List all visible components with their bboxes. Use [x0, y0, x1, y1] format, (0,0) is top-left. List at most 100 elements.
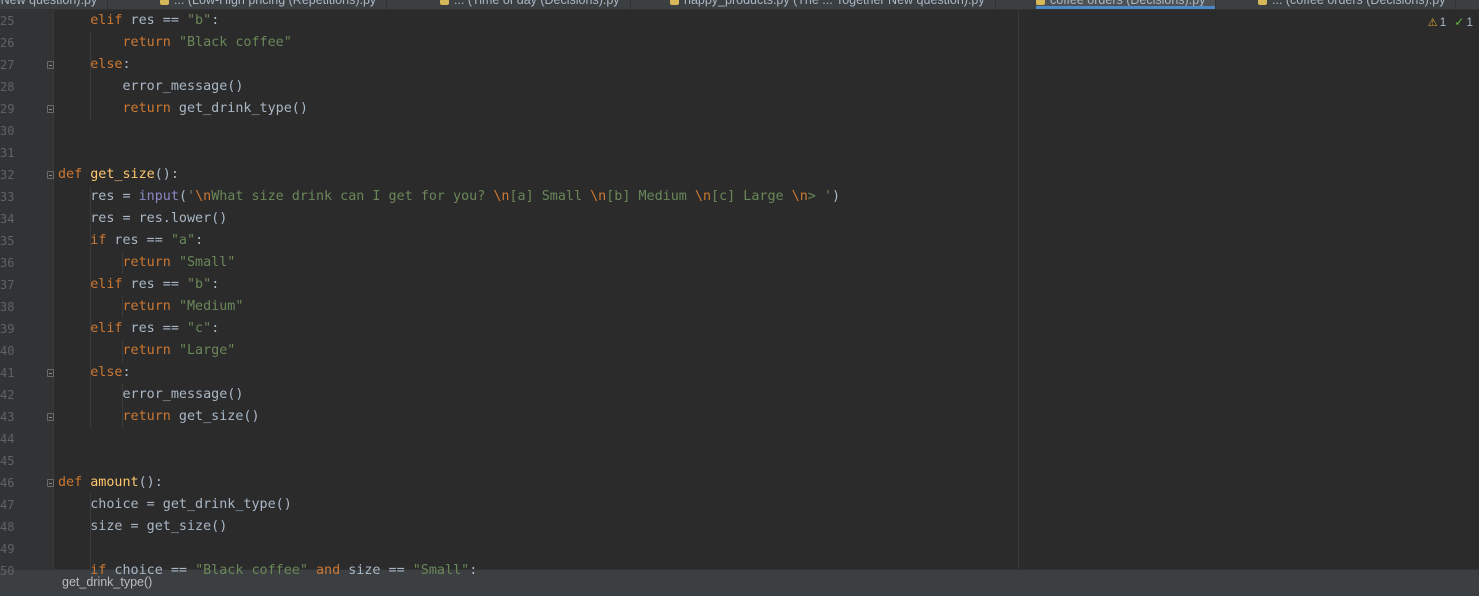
- line-number: 40: [0, 344, 15, 358]
- fold-marker-icon[interactable]: [47, 369, 54, 377]
- code-token: return: [122, 255, 171, 270]
- editor-tab[interactable]: ... (coffee orders (Decisions).py: [1258, 0, 1457, 9]
- code-line: 50 if choice == "Black coffee" and size …: [0, 560, 1479, 582]
- code-line: 25 elif res == "b":: [0, 10, 1479, 32]
- line-number: 30: [0, 124, 15, 138]
- line-number: 32: [0, 168, 15, 182]
- code-token: "Medium": [178, 299, 244, 314]
- editor-tab[interactable]: ... (Time of day (Decisions).py: [440, 0, 631, 9]
- editor-tab-label: coffee orders (Decisions).py: [1050, 0, 1206, 7]
- code-token: return: [122, 35, 171, 50]
- code-token: get_size(): [170, 409, 260, 424]
- code-line: 30: [0, 120, 1479, 142]
- editor-tab[interactable]: ... (Low-High pricing (Repetitions).py: [160, 0, 388, 9]
- code-token: return: [122, 299, 171, 314]
- editor-tab[interactable]: ...ch: New question).py: [0, 0, 109, 9]
- editor-tab[interactable]: coffee orders (Decisions).py: [1036, 0, 1217, 9]
- code-line: 45: [0, 450, 1479, 472]
- code-token: elif: [90, 321, 123, 336]
- code-token: res =: [58, 189, 139, 204]
- line-number: 44: [0, 432, 15, 446]
- code-token: elif: [90, 13, 123, 28]
- code-line: 49: [0, 538, 1479, 560]
- code-text: return "Small": [58, 252, 236, 274]
- code-token: res ==: [106, 233, 171, 248]
- python-file-icon: [160, 0, 169, 6]
- fold-marker-icon[interactable]: [47, 105, 54, 113]
- line-number: 29: [0, 102, 15, 116]
- line-number: 26: [0, 36, 15, 50]
- line-number: 49: [0, 542, 15, 556]
- indent-guide: [90, 494, 91, 569]
- code-token: "a": [170, 233, 196, 248]
- line-number: 46: [0, 476, 15, 490]
- code-token: "c": [187, 321, 212, 336]
- code-text: return "Black coffee": [58, 32, 292, 54]
- code-token: [a] Small: [509, 189, 591, 204]
- code-token: ():: [154, 167, 179, 182]
- line-number: 33: [0, 190, 15, 204]
- editor-tab[interactable]: happy_products.py (The ... Together New …: [670, 0, 996, 9]
- code-token: input: [138, 189, 179, 204]
- code-token: error_message(): [58, 387, 244, 402]
- code-token: "Large": [178, 343, 236, 358]
- code-line: 32 def get_size():: [0, 164, 1479, 186]
- code-token: res ==: [122, 13, 187, 28]
- code-text: return get_drink_type(): [58, 98, 308, 120]
- code-text: if res == "a":: [58, 230, 203, 252]
- code-line: 34 res = res.lower(): [0, 208, 1479, 230]
- indent-guide: [122, 252, 123, 274]
- fold-marker-icon[interactable]: [47, 413, 54, 421]
- fold-marker-icon[interactable]: [47, 61, 54, 69]
- code-token: return: [122, 343, 171, 358]
- code-token: size ==: [340, 563, 413, 578]
- code-token: error_message(): [58, 79, 244, 94]
- fold-marker-icon[interactable]: [47, 479, 54, 487]
- editor-tab-label: ... (Low-High pricing (Repetitions).py: [174, 0, 377, 7]
- code-token: res ==: [122, 321, 187, 336]
- python-file-icon: [1258, 0, 1267, 6]
- code-line: 40 return "Large": [0, 340, 1479, 362]
- code-token: :: [469, 563, 478, 578]
- code-token: "b": [187, 277, 212, 292]
- code-line: 44: [0, 428, 1479, 450]
- indent-guide: [90, 32, 91, 120]
- code-token: ): [831, 189, 841, 204]
- code-token: \n: [791, 189, 808, 204]
- code-token: "Black coffee": [195, 563, 308, 578]
- code-token: :: [122, 57, 131, 72]
- code-text: else:: [58, 54, 131, 76]
- python-file-icon: [440, 0, 449, 6]
- code-line: 33 res = input('\nWhat size drink can I …: [0, 186, 1479, 208]
- code-token: if: [90, 233, 107, 248]
- code-text: return get_size(): [58, 406, 260, 428]
- code-line: 31: [0, 142, 1479, 164]
- code-text: elif res == "b":: [58, 274, 219, 296]
- line-number: 27: [0, 58, 15, 72]
- code-line: 43 return get_size(): [0, 406, 1479, 428]
- code-token: else: [90, 57, 123, 72]
- code-line: 37 elif res == "b":: [0, 274, 1479, 296]
- code-line: 29 return get_drink_type(): [0, 98, 1479, 120]
- code-token: get_size: [90, 167, 155, 182]
- code-line: 35 if res == "a":: [0, 230, 1479, 252]
- line-number: 37: [0, 278, 15, 292]
- line-number: 43: [0, 410, 15, 424]
- code-token: amount: [90, 475, 139, 490]
- indent-guide: [122, 384, 123, 428]
- code-token: ': [187, 189, 196, 204]
- editor-tab-label: ...ch: New question).py: [0, 0, 98, 7]
- code-token: \n: [493, 189, 510, 204]
- line-number: 48: [0, 520, 15, 534]
- line-number: 42: [0, 388, 15, 402]
- line-number: 45: [0, 454, 15, 468]
- editor-tab-label: ... (coffee orders (Decisions).py: [1272, 0, 1446, 7]
- fold-marker-icon[interactable]: [47, 171, 54, 179]
- code-line: 26 return "Black coffee": [0, 32, 1479, 54]
